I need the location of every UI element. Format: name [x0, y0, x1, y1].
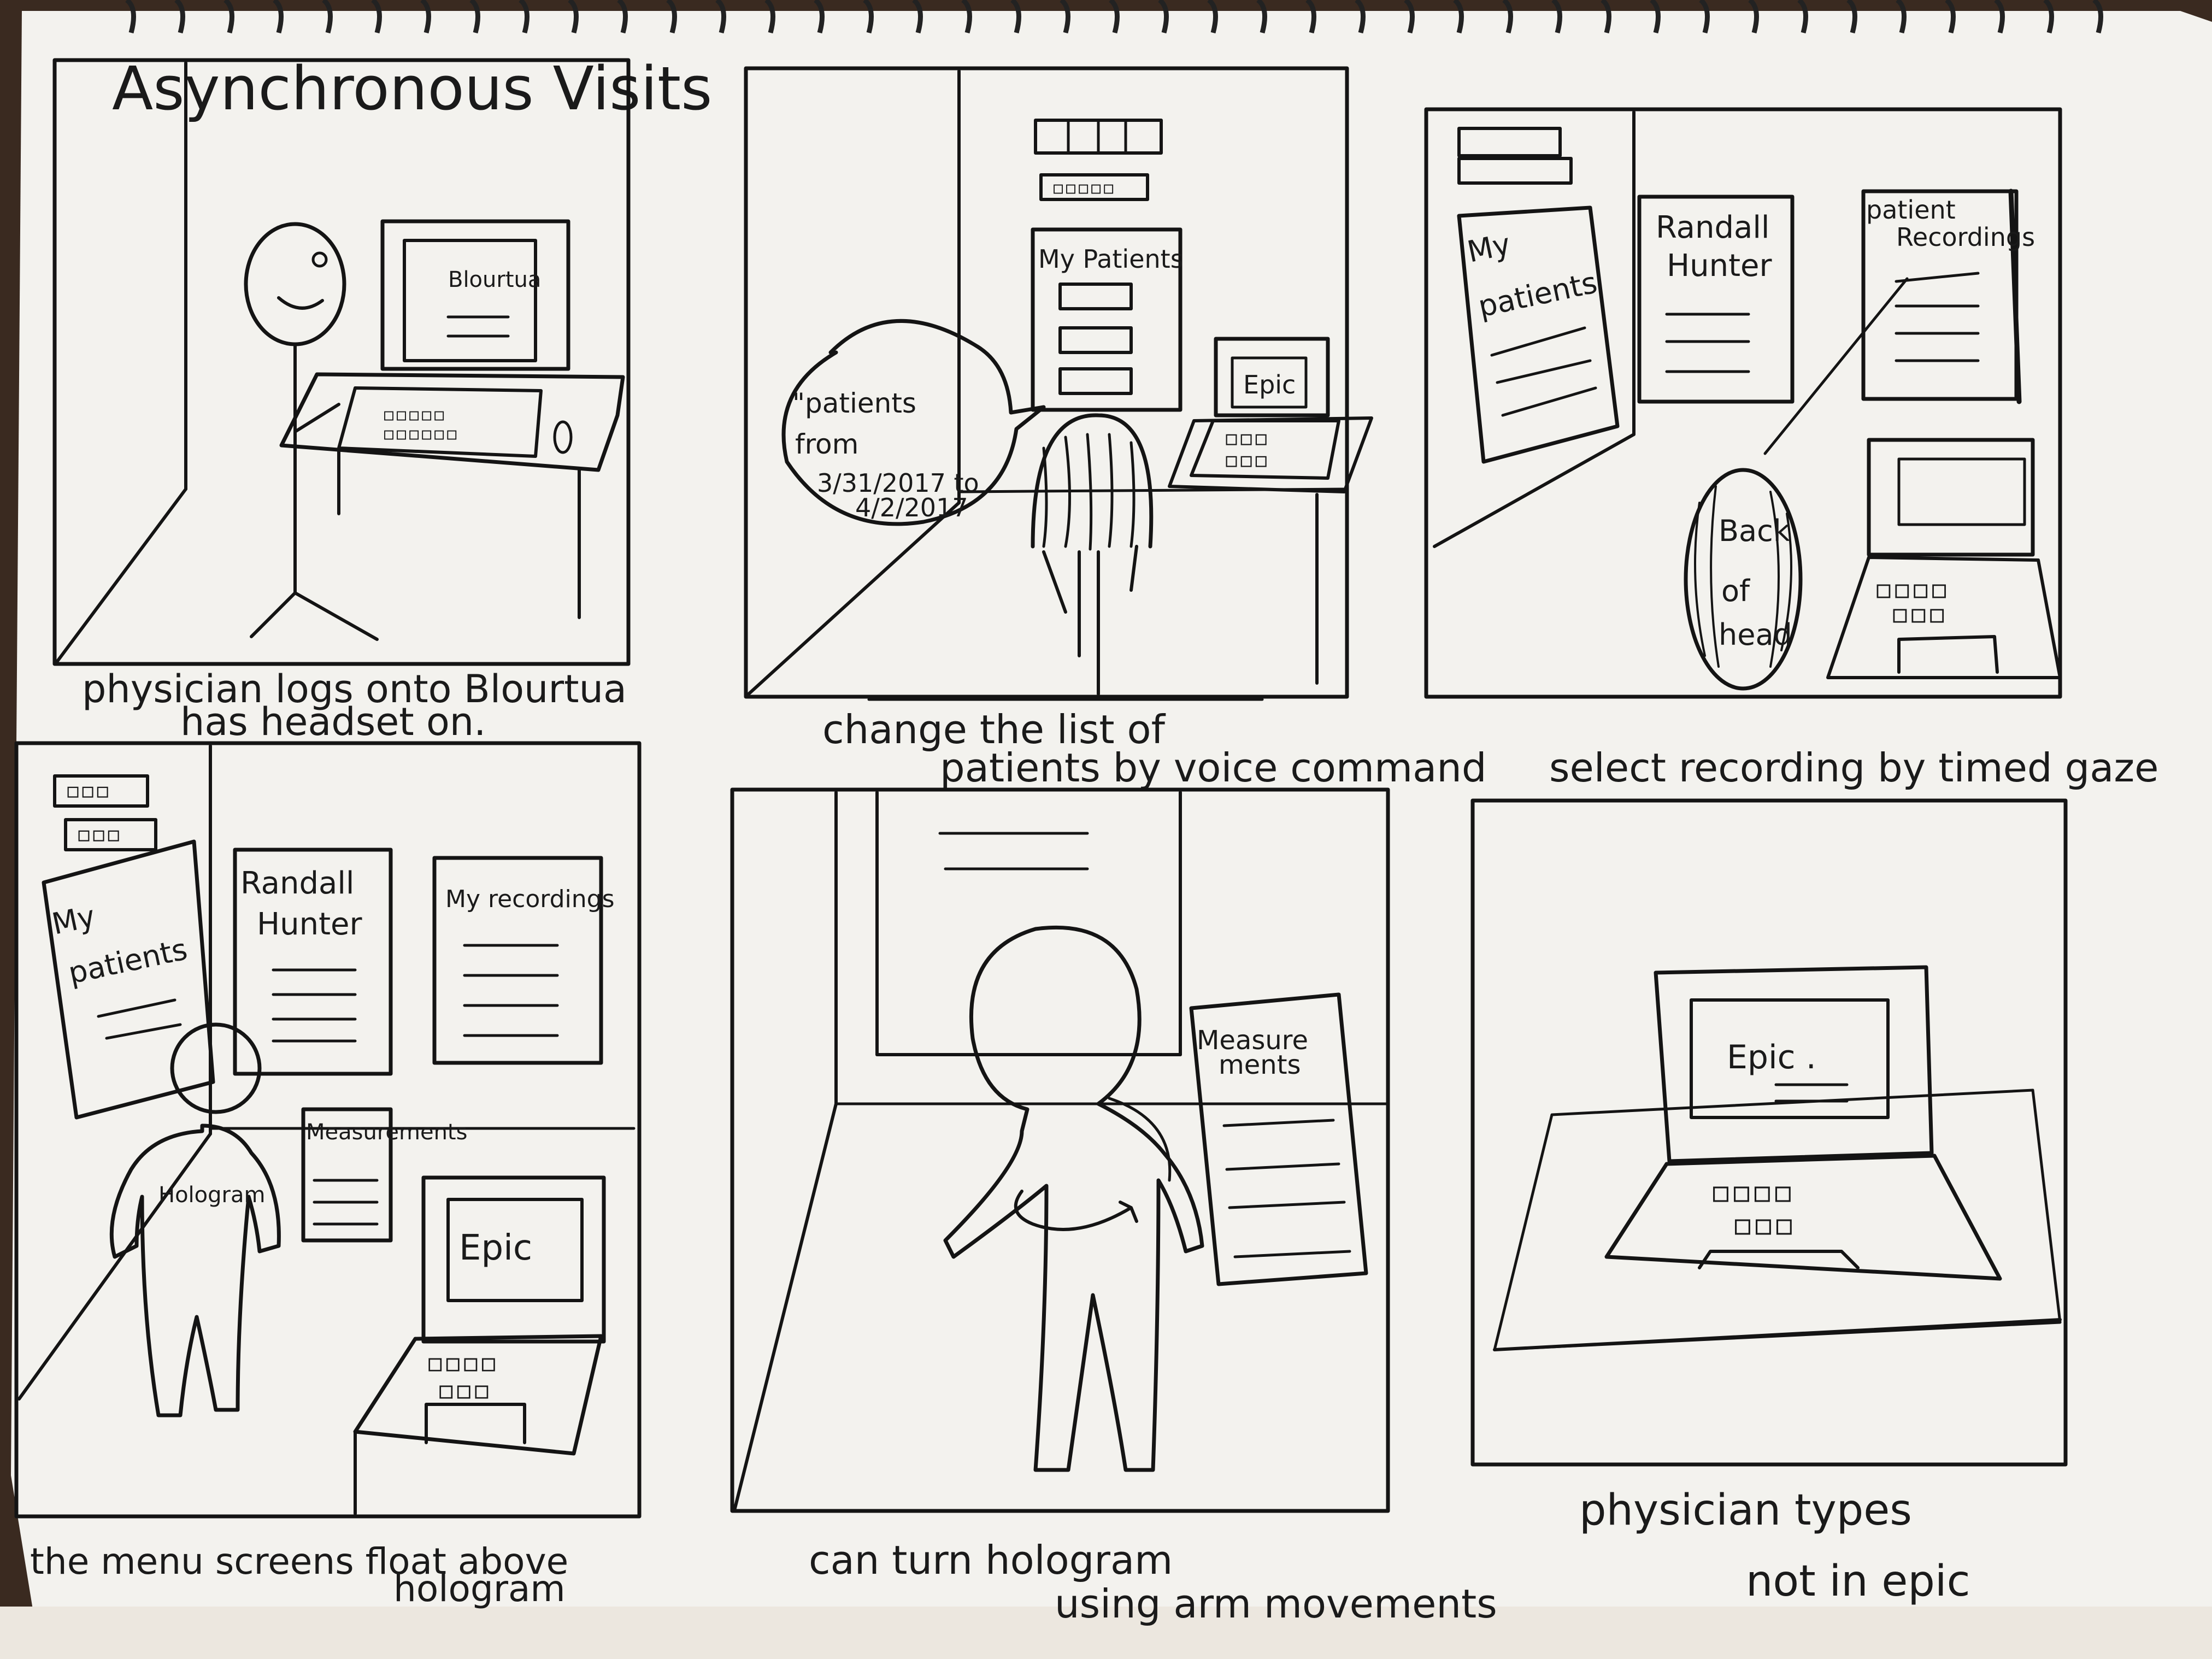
panel-6-caption-2: not in epic	[1746, 1557, 1970, 1606]
panel-6-caption-1: physician types	[1579, 1486, 1912, 1535]
p3-patient-last: Hunter	[1667, 248, 1773, 284]
p4-recordings: My recordings	[445, 885, 615, 913]
svg-text:▫▫▫▫: ▫▫▫▫	[426, 1348, 497, 1378]
svg-text:▫▫▫: ▫▫▫	[437, 1375, 491, 1405]
svg-text:▫▫▫: ▫▫▫	[77, 822, 121, 847]
p3-recordings-2: Recordings	[1896, 222, 2035, 252]
hologram-label: Hologram	[158, 1183, 265, 1208]
panel-5-caption-2: using arm movements	[1055, 1581, 1497, 1627]
speech-line-4: 4/2/2017	[855, 493, 968, 522]
svg-text:▫▫▫▫▫: ▫▫▫▫▫	[383, 404, 445, 426]
panel-3-caption: select recording by timed gaze	[1549, 745, 2158, 791]
storyboard-sketch: Asynchronous Visits Blourtua ▫▫▫▫▫ ▫▫▫▫▫…	[0, 0, 2212, 1659]
p6-epic-text: Epic .	[1727, 1038, 1816, 1076]
login-screen-text: Blourtua	[448, 267, 541, 292]
p3-patient-first: Randall	[1656, 210, 1769, 245]
p5-measure-2: ments	[1219, 1050, 1301, 1080]
svg-text:▫▫▫▫: ▫▫▫▫	[1710, 1174, 1793, 1210]
p3-head-1: Back	[1719, 514, 1791, 548]
p3-recordings-1: patient	[1866, 195, 1956, 225]
my-patients-title: My Patients	[1038, 244, 1184, 274]
p4-patient-last: Hunter	[257, 907, 363, 942]
storyboard-title: Asynchronous Visits	[112, 54, 712, 123]
p4-patient-first: Randall	[240, 866, 354, 901]
p4-measurements: Measurements	[306, 1120, 467, 1145]
svg-text:▫▫▫▫▫: ▫▫▫▫▫	[1052, 177, 1115, 199]
svg-text:▫▫▫: ▫▫▫	[1732, 1207, 1795, 1243]
svg-text:▫▫▫: ▫▫▫	[66, 778, 110, 803]
svg-text:▫▫▫▫▫▫: ▫▫▫▫▫▫	[383, 423, 458, 445]
panel-5-caption-1: can turn hologram	[809, 1537, 1173, 1583]
panel-2-caption-2: patients by voice command	[940, 745, 1487, 791]
speech-line-2: from	[795, 428, 858, 460]
svg-text:▫▫▫: ▫▫▫	[1891, 598, 1946, 630]
p4-epic-text: Epic	[459, 1228, 532, 1268]
p3-head-2: of	[1721, 574, 1751, 608]
svg-text:▫▫▫: ▫▫▫	[1224, 448, 1268, 473]
panel-1-caption-2: has headset on.	[180, 699, 486, 744]
p3-head-3: head	[1719, 617, 1792, 652]
speech-line-1: "patients	[792, 387, 916, 419]
epic-monitor-text: Epic	[1243, 370, 1296, 399]
panel-4-caption-2: hologram	[393, 1568, 566, 1610]
